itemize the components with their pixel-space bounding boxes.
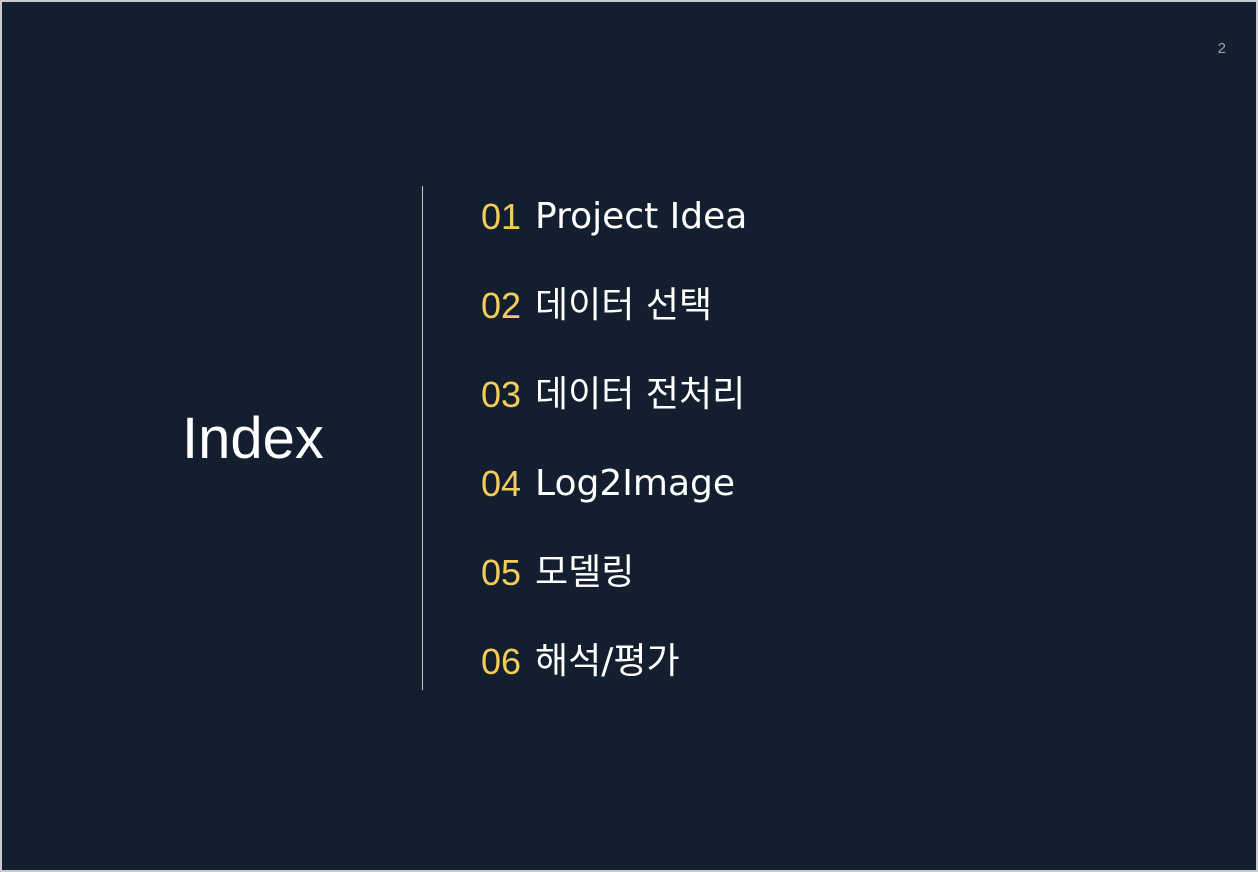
- toc-label: Project Idea: [535, 196, 748, 237]
- toc-item-03: 03 데이터 전처리: [481, 372, 747, 461]
- index-title: Index: [182, 406, 324, 471]
- toc-label: Log2Image: [535, 463, 735, 504]
- toc-label: 데이터 전처리: [535, 374, 746, 415]
- toc-number: 06: [481, 641, 522, 682]
- table-of-contents: 01 Project Idea 02 데이터 선택 03 데이터 전처리 04 …: [481, 194, 747, 728]
- toc-number: 03: [481, 374, 522, 415]
- toc-item-02: 02 데이터 선택: [481, 283, 747, 372]
- vertical-divider: [422, 186, 423, 690]
- toc-label: 데이터 선택: [535, 285, 713, 326]
- toc-item-05: 05 모델링: [481, 550, 747, 639]
- toc-item-04: 04 Log2Image: [481, 461, 747, 550]
- slide-canvas: 2 Index 01 Project Idea 02 데이터 선택 03 데이터…: [0, 0, 1258, 872]
- toc-label: 해석/평가: [535, 641, 680, 682]
- toc-number: 02: [481, 285, 522, 326]
- toc-item-01: 01 Project Idea: [481, 194, 747, 283]
- toc-number: 05: [481, 552, 522, 593]
- toc-label: 모델링: [535, 552, 635, 593]
- toc-number: 01: [481, 196, 522, 237]
- toc-item-06: 06 해석/평가: [481, 639, 747, 728]
- page-number: 2: [1217, 40, 1226, 57]
- toc-number: 04: [481, 463, 522, 504]
